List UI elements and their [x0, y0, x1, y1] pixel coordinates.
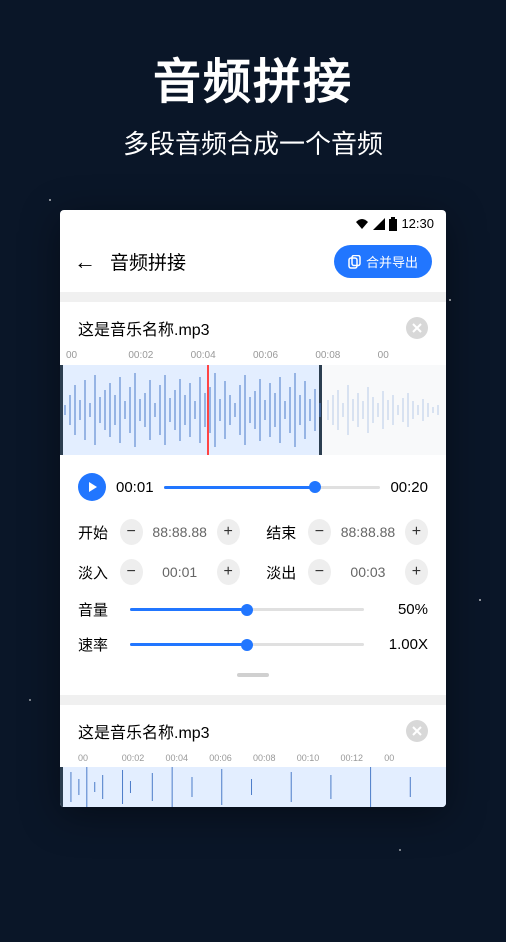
app-bar: ← 音频拼接 合并导出: [60, 237, 446, 292]
total-time: 00:20: [390, 479, 428, 496]
fadein-value: 00:01: [151, 564, 209, 580]
status-time: 12:30: [401, 216, 434, 231]
promo-title: 音频拼接: [0, 42, 506, 112]
signal-icon: [373, 218, 385, 230]
merge-export-button[interactable]: 合并导出: [334, 245, 432, 278]
wifi-icon: [355, 218, 369, 230]
fadeout-label: 淡出: [266, 562, 300, 583]
waveform-editor[interactable]: [60, 767, 446, 807]
section-divider: [60, 695, 446, 705]
waveform-graphic: [60, 365, 446, 455]
promo-subtitle: 多段音频合成一个音频: [0, 124, 506, 161]
start-minus-button[interactable]: −: [120, 519, 143, 545]
remove-track-button[interactable]: [406, 317, 428, 339]
track-card-1: 这是音乐名称.mp3 0000:0200:0400:0600:0800: [60, 302, 446, 695]
fadein-plus-button[interactable]: +: [217, 559, 240, 585]
time-ruler: 0000:0200:0400:0600:0800: [60, 350, 446, 361]
fadein-minus-button[interactable]: −: [120, 559, 143, 585]
remove-track-button[interactable]: [406, 720, 428, 742]
close-icon: [412, 323, 422, 333]
drag-handle[interactable]: [78, 669, 428, 681]
fadein-label: 淡入: [78, 562, 112, 583]
battery-icon: [389, 217, 397, 231]
speed-label: 速率: [78, 634, 116, 655]
current-time: 00:01: [116, 479, 154, 496]
volume-label: 音量: [78, 599, 116, 620]
page-title: 音频拼接: [110, 248, 334, 275]
end-plus-button[interactable]: +: [405, 519, 428, 545]
phone-frame: 12:30 ← 音频拼接 合并导出 这是音乐名称.mp3 0000:0200:0…: [60, 210, 446, 807]
start-label: 开始: [78, 522, 112, 543]
section-divider: [60, 292, 446, 302]
close-icon: [412, 726, 422, 736]
fadeout-minus-button[interactable]: −: [308, 559, 331, 585]
playback-slider[interactable]: [164, 486, 381, 489]
waveform-graphic: [63, 767, 446, 807]
track-filename: 这是音乐名称.mp3: [78, 316, 210, 340]
play-icon: [86, 481, 98, 493]
fadeout-plus-button[interactable]: +: [405, 559, 428, 585]
end-label: 结束: [266, 522, 300, 543]
volume-value: 50%: [378, 601, 428, 618]
speed-slider[interactable]: [130, 643, 364, 646]
end-minus-button[interactable]: −: [308, 519, 331, 545]
back-button[interactable]: ←: [74, 249, 96, 275]
playback-controls: 00:01 00:20: [78, 473, 428, 501]
track-card-2: 这是音乐名称.mp3 0000:0200:0400:0600:0800:1000…: [60, 705, 446, 807]
fadeout-value: 00:03: [339, 564, 397, 580]
status-bar: 12:30: [60, 210, 446, 237]
waveform-editor[interactable]: [60, 365, 446, 455]
track-filename: 这是音乐名称.mp3: [78, 719, 210, 743]
play-button[interactable]: [78, 473, 106, 501]
start-value: 88:88.88: [151, 524, 209, 540]
playhead[interactable]: [207, 365, 209, 455]
time-ruler: 0000:0200:0400:0600:0800:1000:1200: [78, 753, 428, 763]
speed-value: 1.00X: [378, 636, 428, 653]
copy-icon: [348, 255, 362, 269]
start-plus-button[interactable]: +: [217, 519, 240, 545]
end-value: 88:88.88: [339, 524, 397, 540]
volume-slider[interactable]: [130, 608, 364, 611]
